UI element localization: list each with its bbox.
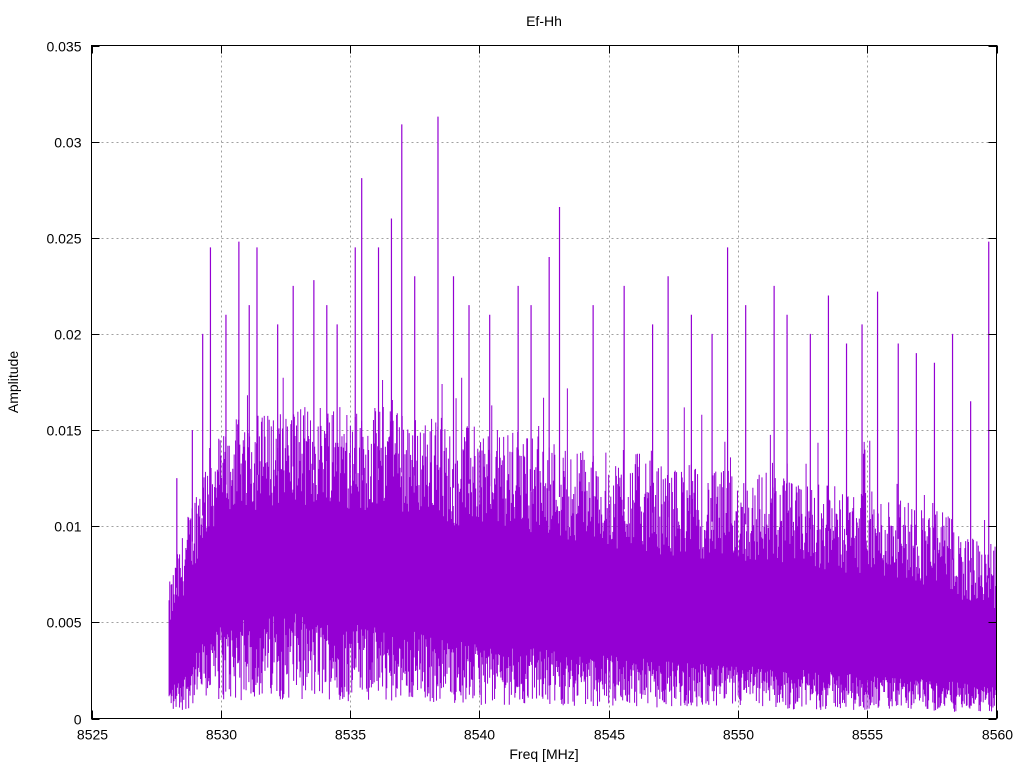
amplitude-chart: Ef-Hh 8525 8530 8535 8540 8545 8550 8555 8560 0… [5, 13, 1013, 762]
y-tick-labels: 0 0.005 0.01 0.015 0.02 0.025 0.03 0.035 [46, 39, 81, 728]
y-tick-label: 0.025 [46, 231, 81, 247]
x-tick-label: 8545 [594, 727, 625, 743]
x-tick-label: 8530 [206, 727, 237, 743]
x-tick-label: 8535 [335, 727, 366, 743]
y-tick-label: 0.035 [46, 39, 81, 55]
chart-title: Ef-Hh [526, 13, 562, 29]
y-tick-label: 0.005 [46, 615, 81, 631]
y-axis-label: Amplitude [5, 351, 21, 413]
y-tick-label: 0.03 [54, 135, 81, 151]
y-tick-label: 0 [74, 712, 82, 728]
x-tick-label: 8540 [464, 727, 495, 743]
y-tick-label: 0.015 [46, 423, 81, 439]
x-tick-label: 8560 [982, 727, 1013, 743]
x-tick-label: 8550 [723, 727, 754, 743]
x-axis-label: Freq [MHz] [509, 746, 578, 762]
series-amplitude [168, 116, 997, 712]
x-tick-label: 8555 [852, 727, 883, 743]
y-tick-label: 0.01 [54, 519, 81, 535]
x-tick-labels: 8525 8530 8535 8540 8545 8550 8555 8560 [77, 727, 1013, 743]
x-tick-label: 8525 [77, 727, 108, 743]
y-tick-label: 0.02 [54, 327, 81, 343]
